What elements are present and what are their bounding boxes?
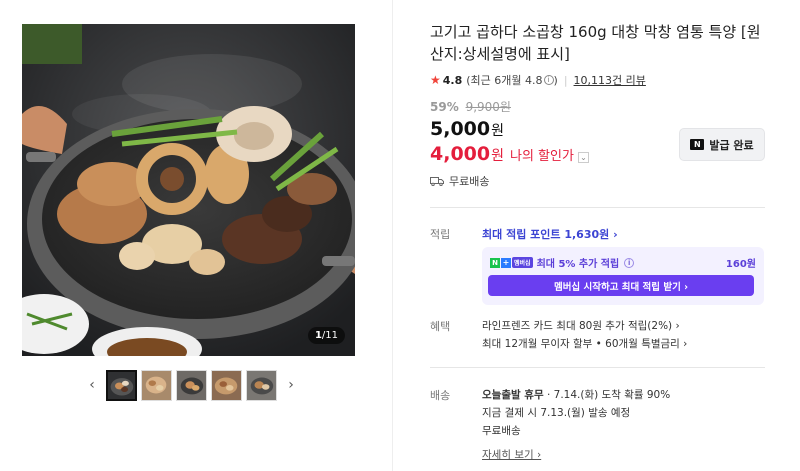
main-product-image[interactable]: 1/11 — [22, 24, 355, 356]
delivery-label: 배송 — [430, 389, 451, 402]
max-points-link[interactable]: 최대 적립 포인트 1,630원 › — [482, 226, 618, 242]
thumbnail-strip: ‹ › — [82, 368, 301, 402]
membership-amount: 160원 — [725, 259, 756, 270]
thumbnail-image — [247, 370, 276, 400]
thumbnail-image — [108, 371, 135, 399]
coupon-issued-button[interactable]: N 발급 완료 — [679, 128, 765, 161]
membership-extra-text: 최대 5% 추가 적립 — [536, 259, 620, 270]
membership-box: N + 멤버십 최대 5% 추가 적립 i 160원 멤버십 시작하고 최대 적… — [482, 247, 764, 305]
info-icon[interactable]: i — [624, 257, 635, 268]
discount-row: 59% 9,900원 — [430, 98, 511, 115]
my-discount-price[interactable]: 4,000 원 나의 할인가 ⌄ — [430, 143, 589, 165]
thumbnail-4[interactable] — [211, 369, 242, 401]
image-counter: 1/11 — [307, 327, 345, 344]
rating-score: 4.8 — [442, 73, 463, 87]
delivery-line-3: 무료배송 — [482, 425, 521, 437]
star-icon: ★ — [430, 73, 441, 87]
thumbnail-image — [212, 370, 241, 400]
points-label: 적립 — [430, 228, 451, 241]
divider — [430, 367, 765, 368]
product-title: 고기고 곱하다 소곱창 160g 대창 막창 염통 특양 [원산지:상세설명에 … — [430, 23, 761, 63]
plus-icon: + — [501, 257, 511, 268]
thumbnail-1[interactable] — [106, 369, 137, 401]
rating-divider: | — [563, 73, 568, 87]
product-gallery: 1/11 ‹ › — [0, 0, 393, 471]
recent-rating: (최근 6개월 4.8 — [466, 74, 543, 87]
truck-icon — [430, 177, 444, 186]
original-price: 9,900원 — [465, 100, 511, 114]
naver-n-icon: N — [490, 257, 500, 268]
free-shipping-row: 무료배송 — [430, 173, 489, 189]
today-dispatch-status: 오늘출발 휴무 — [482, 389, 544, 401]
delivery-details-link[interactable]: 자세히 보기 › — [482, 447, 541, 462]
chevron-left-icon: ‹ — [89, 377, 95, 393]
thumbnail-next-button[interactable]: › — [281, 368, 301, 402]
thumbnail-2[interactable] — [141, 369, 172, 401]
thumbnail-image — [177, 370, 206, 400]
divider — [430, 207, 765, 208]
coupon-button-label: 발급 완료 — [709, 138, 754, 152]
discount-rate: 59% — [430, 100, 459, 114]
rating-row: ★ 4.8 (최근 6개월 4.8 i ) | 10,113건 리뷰 — [430, 72, 646, 88]
chevron-right-icon: › — [288, 377, 294, 393]
arrival-estimate: · 7.14.(화) 도착 확률 90% — [543, 389, 671, 401]
thumbnail-image — [142, 370, 171, 400]
thumbnail-prev-button[interactable]: ‹ — [82, 368, 102, 402]
thumbnail-3[interactable] — [176, 369, 207, 401]
my-price-unit: 원 — [491, 148, 504, 164]
delivery-line-1: 오늘출발 휴무 · 7.14.(화) 도착 확률 90% — [482, 387, 670, 402]
membership-extra-row: N + 멤버십 최대 5% 추가 적립 i — [490, 255, 635, 270]
membership-start-button[interactable]: 멤버십 시작하고 최대 적립 받기 › — [488, 275, 754, 296]
sale-price: 5,000 원 — [430, 118, 504, 140]
recent-rating-close: ) — [553, 73, 558, 87]
sale-price-number: 5,000 — [430, 118, 491, 140]
my-price-number: 4,000 — [430, 143, 491, 165]
free-shipping-label: 무료배송 — [449, 175, 490, 188]
membership-badge: 멤버십 — [512, 257, 533, 268]
product-info: 고기고 곱하다 소곱창 160g 대창 막창 염통 특양 [원산지:상세설명에 … — [430, 0, 770, 471]
benefits-label: 혜택 — [430, 320, 451, 333]
chevron-down-icon[interactable]: ⌄ — [577, 152, 589, 163]
review-count-link[interactable]: 10,113건 리뷰 — [574, 72, 646, 88]
naver-n-icon: N — [690, 139, 705, 150]
info-icon[interactable]: i — [543, 75, 554, 85]
card-benefit-link[interactable]: 라인프렌즈 카드 최대 80원 추가 적립(2%) › — [482, 318, 680, 333]
delivery-line-2: 지금 결제 시 7.13.(월) 발송 예정 — [482, 407, 631, 419]
thumbnail-5[interactable] — [246, 369, 277, 401]
sale-price-unit: 원 — [491, 123, 504, 139]
grilled-meat-photo — [22, 24, 355, 356]
installment-benefit-link[interactable]: 최대 12개월 무이자 할부 • 60개월 특별금리 › — [482, 336, 687, 351]
my-price-label: 나의 할인가 — [510, 149, 574, 164]
